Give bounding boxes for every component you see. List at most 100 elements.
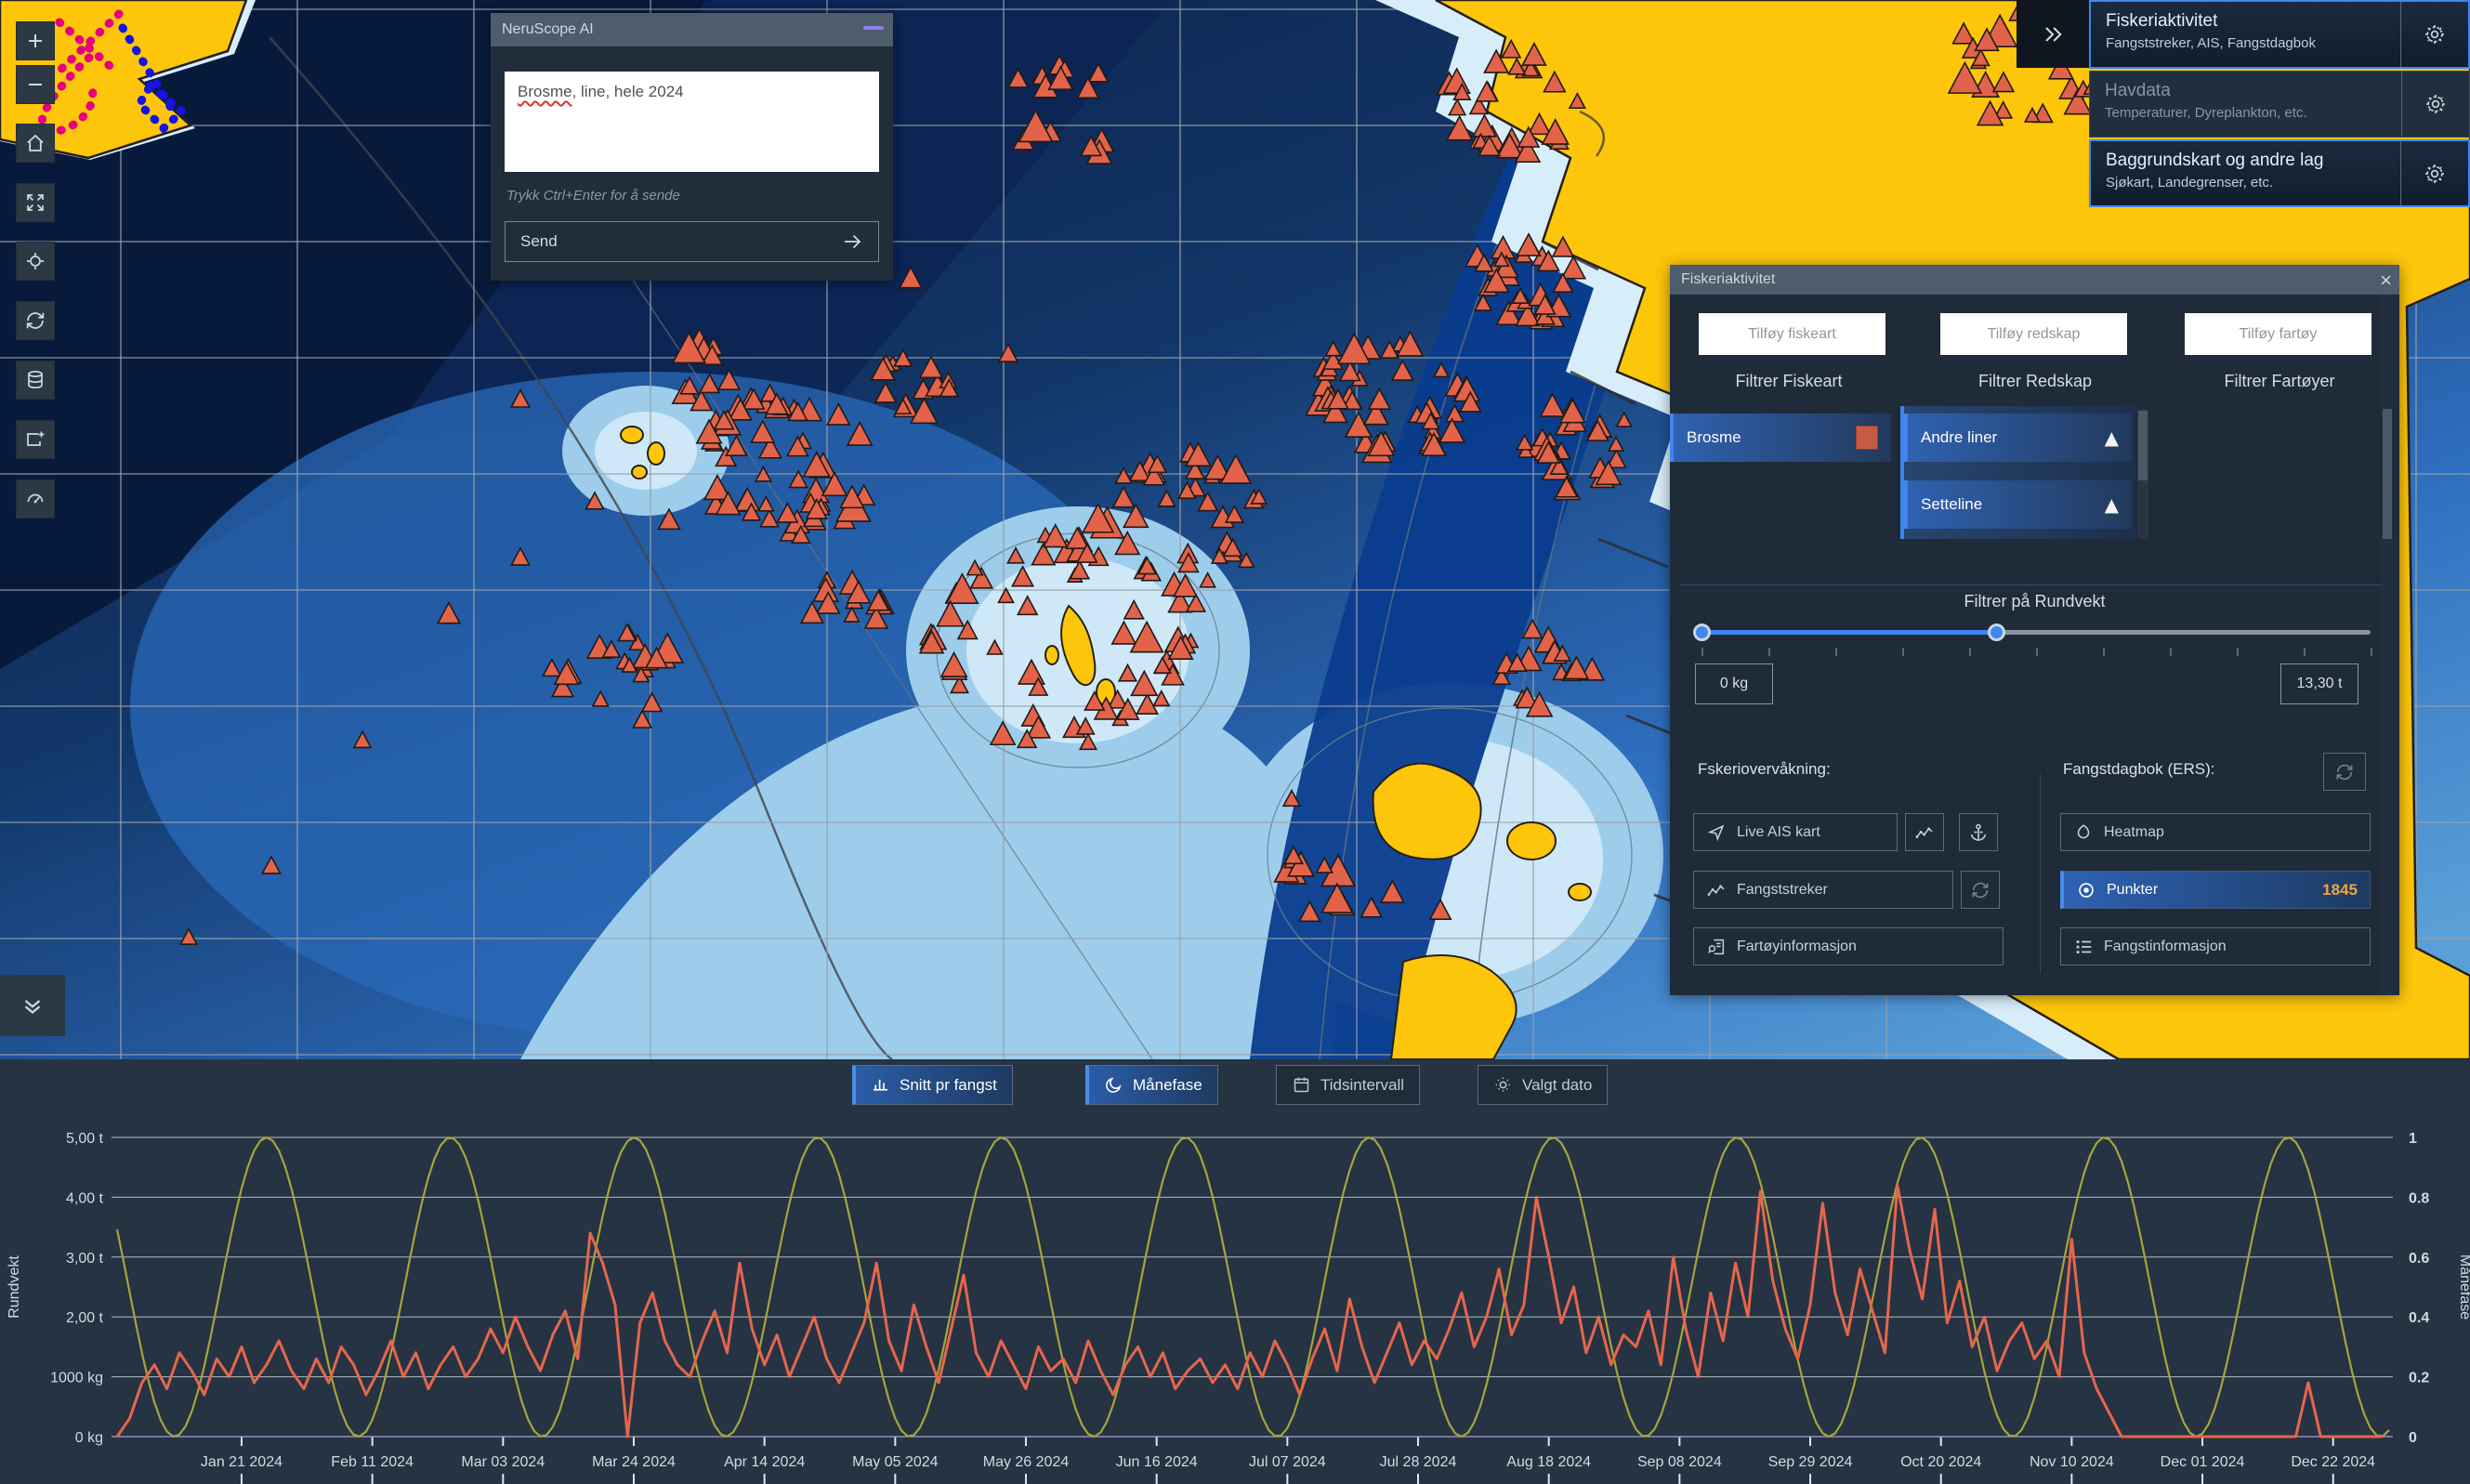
zoom-out-button[interactable] <box>16 65 55 104</box>
home-button[interactable] <box>16 124 55 163</box>
gear-item-andre-liner[interactable]: Andre liner ▲ <box>1904 414 2132 462</box>
divider <box>1679 584 2386 585</box>
points-label: Punkter <box>2107 882 2158 899</box>
add-species-input[interactable] <box>1699 313 1885 355</box>
y-left-tick-label: 4,00 t <box>66 1190 104 1206</box>
layer-subtitle: Sjøkart, Landegrenser, etc. <box>2106 175 2400 190</box>
triangle-marker-icon: ▲ <box>2105 427 2119 449</box>
chevrons-right-icon <box>2040 21 2066 47</box>
weight-filter-label: Filtrer på Rundvekt <box>1670 592 2399 611</box>
fangststreker-button[interactable]: Fangststreker <box>1693 871 1953 909</box>
weight-max-value[interactable]: 13,30 t <box>2280 663 2358 704</box>
activity-panel-header[interactable]: Fiskeriaktivitet <box>1670 265 2399 295</box>
layer-settings-button[interactable] <box>2400 141 2468 205</box>
x-tick-label: Mar 24 2024 <box>592 1454 676 1470</box>
weight-min-value[interactable]: 0 kg <box>1695 663 1773 704</box>
collapse-layer-list-button[interactable] <box>2017 0 2089 68</box>
track-lines-toggle-button[interactable] <box>1905 813 1944 851</box>
refresh-button[interactable] <box>16 301 55 340</box>
ai-prompt-input[interactable]: Brosme, line, hele 2024 <box>505 72 879 172</box>
fullscreen-button[interactable] <box>16 183 55 222</box>
nav-arrow-icon <box>1706 822 1727 843</box>
species-label: Brosme <box>1687 428 1741 447</box>
layer-item-baggrundskart[interactable]: Baggrundskart og andre lag Sjøkart, Land… <box>2089 139 2470 207</box>
x-tick-label: Apr 14 2024 <box>724 1454 805 1470</box>
anchor-toggle-button[interactable] <box>1959 813 1998 851</box>
slider-handle-max[interactable] <box>1988 624 2005 641</box>
document-search-icon <box>1706 937 1727 957</box>
add-frame-icon <box>24 428 46 451</box>
send-button[interactable]: Send <box>505 221 879 262</box>
add-vessel-input[interactable] <box>2185 313 2371 355</box>
vessel-info-button[interactable]: Fartøyinformasjon <box>1693 927 2004 965</box>
ai-prompt-text: , line, hele 2024 <box>572 83 684 100</box>
x-tick-label: Mar 03 2024 <box>461 1454 545 1470</box>
x-tick-label: Jul 28 2024 <box>1380 1454 1457 1470</box>
points-button[interactable]: Punkter 1845 <box>2060 871 2371 909</box>
minimize-button[interactable] <box>863 26 884 30</box>
gear-item-setteline[interactable]: Setteline ▲ <box>1904 480 2132 529</box>
y-left-tick-label: 5,00 t <box>66 1131 104 1147</box>
app-root: NeruScope AI Brosme, line, hele 2024 Try… <box>0 0 2470 1484</box>
circle-dot-icon <box>2076 880 2096 900</box>
x-tick-label: Nov 10 2024 <box>2030 1454 2114 1470</box>
zoom-in-button[interactable] <box>16 21 55 60</box>
anchor-icon <box>1968 822 1989 843</box>
chart-panel: Snitt pr fangst Månefase Tidsintervall V… <box>0 1059 2470 1484</box>
layer-settings-button[interactable] <box>2400 2 2468 67</box>
x-tick-label: Oct 20 2024 <box>1900 1454 1981 1470</box>
filter-gear-label: Filtrer Redskap <box>1933 372 2137 391</box>
add-frame-button[interactable] <box>16 420 55 459</box>
gear-label: Setteline <box>1921 495 1982 514</box>
y-left-tick-label: 0 kg <box>75 1430 103 1446</box>
list-icon <box>2073 937 2094 957</box>
gear-list-scrollbar[interactable] <box>2137 409 2148 539</box>
add-gear-input[interactable] <box>1940 313 2127 355</box>
ai-assistant-panel: NeruScope AI Brosme, line, hele 2024 Try… <box>491 13 893 281</box>
y-left-axis-title: Rundvekt <box>7 1255 22 1319</box>
catch-info-button[interactable]: Fangstinformasjon <box>2060 927 2371 965</box>
y-right-tick-label: 0.2 <box>2409 1371 2429 1386</box>
y-right-axis-title: Månefase <box>2457 1254 2470 1320</box>
layer-settings-button[interactable] <box>2401 72 2469 137</box>
collapse-chart-button[interactable] <box>0 975 65 1036</box>
send-button-label: Send <box>520 232 558 251</box>
catch-moonphase-chart[interactable]: 0 kg1000 kg2,00 t3,00 t4,00 t5,00 t00.20… <box>0 1059 2470 1484</box>
ai-panel-title: NeruScope AI <box>502 21 594 38</box>
polyline-icon <box>1706 880 1727 900</box>
fangststreker-refresh-button[interactable] <box>1961 871 2000 909</box>
ai-panel-header[interactable]: NeruScope AI <box>491 13 893 46</box>
x-tick-label: Feb 11 2024 <box>331 1454 414 1470</box>
species-color-swatch <box>1856 426 1878 450</box>
heatmap-button[interactable]: Heatmap <box>2060 813 2371 851</box>
data-layers-button[interactable] <box>16 361 55 400</box>
gauge-button[interactable] <box>16 479 55 519</box>
locate-button[interactable] <box>16 242 55 281</box>
minus-icon <box>24 73 46 96</box>
gauge-icon <box>24 488 46 510</box>
logbook-heading: Fangstdagbok (ERS): <box>2063 760 2214 779</box>
database-icon <box>24 369 46 391</box>
panel-scrollbar[interactable] <box>2382 295 2393 995</box>
heatmap-icon <box>2073 822 2094 843</box>
y-right-tick-label: 0.4 <box>2409 1310 2429 1326</box>
logbook-refresh-button[interactable] <box>2323 753 2366 791</box>
weight-range-slider[interactable] <box>1701 630 2371 635</box>
filter-vessel-label: Filtrer Fartøyer <box>2177 372 2382 391</box>
gear-icon <box>2423 162 2447 186</box>
polyline-icon <box>1914 822 1935 843</box>
layer-item-fiskeriaktivitet[interactable]: Fiskeriaktivitet Fangststreker, AIS, Fan… <box>2089 0 2470 69</box>
live-ais-button[interactable]: Live AIS kart <box>1693 813 1898 851</box>
sync-icon <box>1970 880 1990 900</box>
species-item-brosme[interactable]: Brosme <box>1670 414 1891 462</box>
layer-title: Baggrundskart og andre lag <box>2106 151 2400 171</box>
x-tick-label: Aug 18 2024 <box>1506 1454 1591 1470</box>
heatmap-label: Heatmap <box>2104 824 2164 841</box>
points-count-badge: 1845 <box>2322 881 2358 900</box>
slider-handle-min[interactable] <box>1693 624 1711 641</box>
close-button[interactable]: × <box>2380 269 2392 293</box>
layer-title: Havdata <box>2105 81 2401 101</box>
fangststreker-label: Fangststreker <box>1737 882 1828 899</box>
x-tick-label: Sep 29 2024 <box>1768 1454 1853 1470</box>
layer-item-havdata[interactable]: Havdata Temperaturer, Dyreplankton, etc. <box>2089 71 2470 138</box>
